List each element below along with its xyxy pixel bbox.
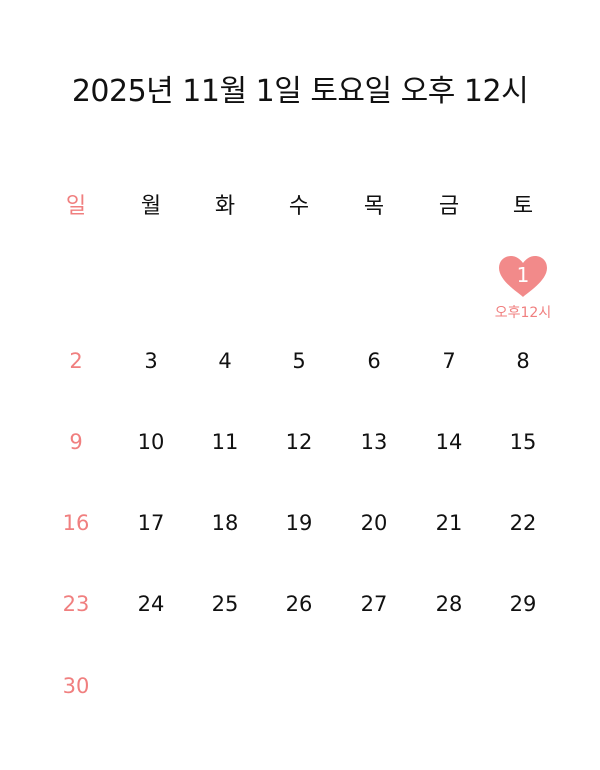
day-cell[interactable]: 11 xyxy=(195,427,255,457)
day-cell[interactable]: 2 xyxy=(46,346,106,376)
day-cell[interactable]: 14 xyxy=(419,427,479,457)
day-cell[interactable]: 28 xyxy=(419,589,479,619)
highlighted-time-label: 오후12시 xyxy=(494,305,552,321)
day-cell[interactable]: 22 xyxy=(493,508,553,538)
highlighted-day[interactable]: 1 xyxy=(493,252,553,302)
day-cell[interactable]: 9 xyxy=(46,427,106,457)
day-cell[interactable]: 25 xyxy=(195,589,255,619)
day-cell[interactable]: 3 xyxy=(121,346,181,376)
day-cell[interactable]: 15 xyxy=(493,427,553,457)
highlighted-day-number: 1 xyxy=(516,263,530,287)
day-cell[interactable]: 23 xyxy=(46,589,106,619)
day-cell[interactable]: 16 xyxy=(46,508,106,538)
day-cell[interactable]: 6 xyxy=(344,346,404,376)
day-cell[interactable]: 19 xyxy=(269,508,329,538)
day-cell[interactable]: 8 xyxy=(493,346,553,376)
day-cell[interactable]: 17 xyxy=(121,508,181,538)
day-cell[interactable]: 30 xyxy=(46,671,106,701)
day-cell[interactable]: 24 xyxy=(121,589,181,619)
day-cell[interactable]: 18 xyxy=(195,508,255,538)
day-cell[interactable]: 26 xyxy=(269,589,329,619)
day-cell[interactable]: 21 xyxy=(419,508,479,538)
day-cell[interactable]: 7 xyxy=(419,346,479,376)
day-cell[interactable]: 27 xyxy=(344,589,404,619)
calendar-grid: 1 오후12시 2 3 4 5 6 7 8 9 10 11 12 13 14 1… xyxy=(0,0,600,770)
day-cell[interactable]: 20 xyxy=(344,508,404,538)
day-cell[interactable]: 13 xyxy=(344,427,404,457)
day-cell[interactable]: 4 xyxy=(195,346,255,376)
day-cell[interactable]: 10 xyxy=(121,427,181,457)
day-cell[interactable]: 5 xyxy=(269,346,329,376)
day-cell[interactable]: 12 xyxy=(269,427,329,457)
day-cell[interactable]: 29 xyxy=(493,589,553,619)
